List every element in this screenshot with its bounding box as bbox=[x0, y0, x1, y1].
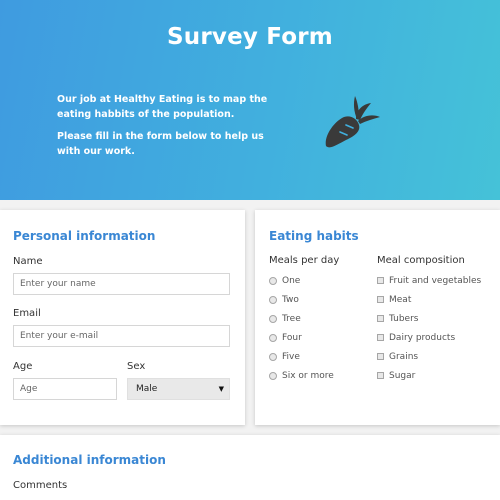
radio-button[interactable] bbox=[269, 371, 277, 380]
personal-information-card: Personal information Name Enter your nam… bbox=[0, 210, 245, 425]
personal-information-title: Personal information bbox=[13, 229, 156, 243]
sex-value: Male bbox=[136, 384, 158, 394]
caret-down-icon: ▼ bbox=[218, 385, 224, 393]
checkbox[interactable] bbox=[377, 315, 384, 322]
additional-information-title: Additional information bbox=[13, 453, 166, 467]
checkbox[interactable] bbox=[377, 277, 384, 284]
meal-option-tree[interactable]: Tree bbox=[269, 309, 334, 328]
radio-button[interactable] bbox=[269, 333, 277, 342]
composition-option-meat[interactable]: Meat bbox=[377, 290, 481, 309]
eating-habits-title: Eating habits bbox=[269, 229, 359, 243]
age-label: Age bbox=[13, 361, 33, 372]
checkbox[interactable] bbox=[377, 296, 384, 303]
intro-text: Our job at Healthy Eating is to map the … bbox=[57, 92, 272, 166]
radio-button[interactable] bbox=[269, 314, 277, 323]
name-field[interactable]: Enter your name bbox=[13, 273, 230, 295]
radio-button[interactable] bbox=[269, 352, 277, 361]
composition-option-dairy-products[interactable]: Dairy products bbox=[377, 328, 481, 347]
intro-paragraph: Our job at Healthy Eating is to map the … bbox=[57, 94, 268, 120]
checkbox[interactable] bbox=[377, 353, 384, 360]
composition-option-grains[interactable]: Grains bbox=[377, 347, 481, 366]
brand-name: Healthy Eating bbox=[113, 94, 194, 105]
age-field[interactable]: Age bbox=[13, 378, 117, 400]
meal-option-one[interactable]: One bbox=[269, 271, 334, 290]
radio-button[interactable] bbox=[269, 276, 277, 285]
additional-information-card: Additional information Comments bbox=[0, 435, 500, 500]
hero-banner: Survey Form Our job at Healthy Eating is… bbox=[0, 0, 500, 200]
carrot-icon bbox=[325, 96, 380, 148]
meal-option-two[interactable]: Two bbox=[269, 290, 334, 309]
email-field[interactable]: Enter your e-mail bbox=[13, 325, 230, 347]
sex-select[interactable]: Male ▼ bbox=[127, 378, 230, 400]
composition-option-fruit-and-vegetables[interactable]: Fruit and vegetables bbox=[377, 271, 481, 290]
meal-option-six-or-more[interactable]: Six or more bbox=[269, 366, 334, 385]
email-label: Email bbox=[13, 308, 41, 319]
meal-option-four[interactable]: Four bbox=[269, 328, 334, 347]
sex-label: Sex bbox=[127, 361, 146, 372]
page-title: Survey Form bbox=[167, 24, 333, 50]
meal-option-five[interactable]: Five bbox=[269, 347, 334, 366]
checkbox[interactable] bbox=[377, 334, 384, 341]
meal-composition-label: Meal composition bbox=[377, 255, 465, 266]
comments-label: Comments bbox=[13, 480, 68, 491]
composition-option-sugar[interactable]: Sugar bbox=[377, 366, 481, 385]
checkbox[interactable] bbox=[377, 372, 384, 379]
radio-button[interactable] bbox=[269, 295, 277, 304]
eating-habits-card: Eating habits Meals per day One Two Tree… bbox=[255, 210, 500, 425]
name-label: Name bbox=[13, 256, 43, 267]
meals-per-day-label: Meals per day bbox=[269, 255, 340, 266]
instruction-paragraph: Please fill in the form below to help us… bbox=[57, 131, 264, 157]
meal-composition-options: Fruit and vegetables Meat Tubers Dairy p… bbox=[377, 271, 481, 385]
composition-option-tubers[interactable]: Tubers bbox=[377, 309, 481, 328]
meals-per-day-options: One Two Tree Four Five Six or more bbox=[269, 271, 334, 385]
